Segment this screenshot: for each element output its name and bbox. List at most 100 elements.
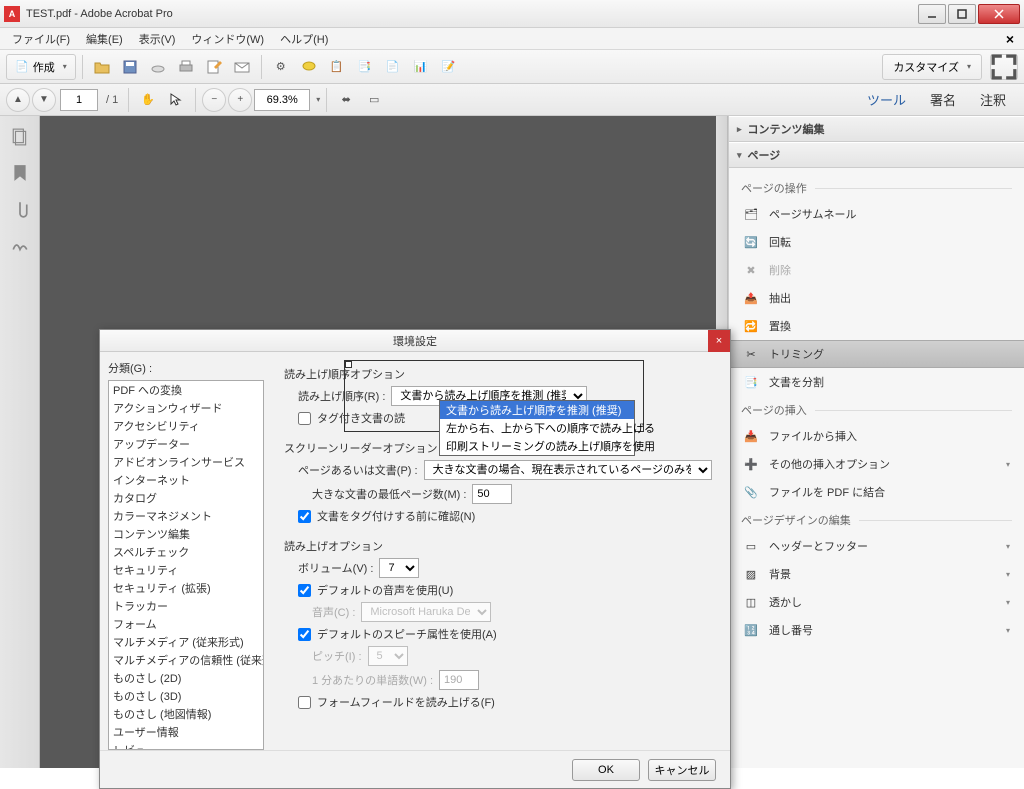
open-button[interactable] <box>89 54 115 80</box>
category-item[interactable]: ものさし (3D) <box>109 687 263 705</box>
comment-button[interactable] <box>296 54 322 80</box>
item-trim[interactable]: ✂トリミング <box>729 340 1024 368</box>
cancel-button[interactable]: キャンセル <box>648 759 716 781</box>
attachment-icon[interactable] <box>11 200 29 218</box>
header-footer-icon: ▭ <box>743 538 759 554</box>
reading-order-dropdown-list[interactable]: 文書から読み上げ順序を推測 (推奨)左から右、上から下への順序で読み上げる印刷ス… <box>439 400 635 456</box>
item-replace[interactable]: 🔁置換 <box>729 312 1024 340</box>
category-item[interactable]: レビュー <box>109 741 263 750</box>
category-list[interactable]: PDF への変換アクションウィザードアクセシビリティアップデーターアドビオンライ… <box>108 380 264 750</box>
category-item[interactable]: マルチメディアの信頼性 (従来形式) <box>109 651 263 669</box>
tools-link[interactable]: ツール <box>861 86 912 113</box>
bookmark-icon[interactable] <box>11 164 29 182</box>
category-item[interactable]: ものさし (2D) <box>109 669 263 687</box>
sign-link[interactable]: 署名 <box>924 86 962 113</box>
min-pages-input[interactable] <box>472 484 512 504</box>
tool-5[interactable]: 📑 <box>352 54 378 80</box>
pitch-select: 5 <box>368 646 408 666</box>
chevron-down-icon[interactable]: ▾ <box>316 95 320 104</box>
category-item[interactable]: ユーザー情報 <box>109 723 263 741</box>
confirm-tag-checkbox[interactable] <box>298 510 311 523</box>
item-insert-other[interactable]: ➕その他の挿入オプション▾ <box>729 450 1024 478</box>
next-page-button[interactable]: ▼ <box>32 88 56 112</box>
fullscreen-button[interactable] <box>990 54 1018 80</box>
item-insert-file[interactable]: 📥ファイルから挿入 <box>729 422 1024 450</box>
category-item[interactable]: アクションウィザード <box>109 399 263 417</box>
zoom-out-button[interactable]: − <box>202 88 226 112</box>
zoom-in-button[interactable]: + <box>228 88 252 112</box>
watermark-icon: ◫ <box>743 594 759 610</box>
customize-button[interactable]: カスタマイズ ▾ <box>882 54 982 80</box>
select-tool[interactable] <box>163 87 189 113</box>
email-button[interactable] <box>229 54 255 80</box>
category-item[interactable]: フォーム <box>109 615 263 633</box>
category-item[interactable]: アップデーター <box>109 435 263 453</box>
menu-window[interactable]: ウィンドウ(W) <box>183 29 272 49</box>
cloud-button[interactable] <box>145 54 171 80</box>
rotate-icon: 🔄 <box>743 234 759 250</box>
category-item[interactable]: カラーマネジメント <box>109 507 263 525</box>
fit-width-button[interactable]: ⬌ <box>333 87 359 113</box>
read-forms-checkbox[interactable] <box>298 696 311 709</box>
item-header-footer[interactable]: ▭ヘッダーとフッター▾ <box>729 532 1024 560</box>
category-item[interactable]: セキュリティ <box>109 561 263 579</box>
window-close-button[interactable] <box>978 4 1020 24</box>
edit-button[interactable] <box>201 54 227 80</box>
fit-page-button[interactable]: ▭ <box>361 87 387 113</box>
default-speech-checkbox[interactable] <box>298 628 311 641</box>
gear-button[interactable]: ⚙ <box>268 54 294 80</box>
signatures-icon[interactable] <box>11 236 29 254</box>
page-number-input[interactable] <box>60 89 98 111</box>
menu-view[interactable]: 表示(V) <box>131 29 184 49</box>
section-page[interactable]: ▾ページ <box>729 142 1024 168</box>
category-item[interactable]: マルチメディア (従来形式) <box>109 633 263 651</box>
category-item[interactable]: セキュリティ (拡張) <box>109 579 263 597</box>
section-content-edit[interactable]: ▸コンテンツ編集 <box>729 116 1024 142</box>
hand-tool[interactable]: ✋ <box>135 87 161 113</box>
item-combine-pdf[interactable]: 📎ファイルを PDF に結合 <box>729 478 1024 506</box>
item-rotate[interactable]: 🔄回転 <box>729 228 1024 256</box>
tagged-override-checkbox[interactable] <box>298 412 311 425</box>
doc-close-button[interactable]: × <box>1000 31 1020 47</box>
category-item[interactable]: トラッカー <box>109 597 263 615</box>
page-or-doc-select[interactable]: 大きな文書の場合、現在表示されているページのみを読み上げる <box>424 460 712 480</box>
menu-file[interactable]: ファイル(F) <box>4 29 78 49</box>
category-item[interactable]: PDF への変換 <box>109 381 263 399</box>
dropdown-option[interactable]: 文書から読み上げ順序を推測 (推奨) <box>440 401 634 419</box>
create-button[interactable]: 📄 作成 ▾ <box>6 54 76 80</box>
tool-8[interactable]: 📝 <box>436 54 462 80</box>
category-item[interactable]: スペルチェック <box>109 543 263 561</box>
maximize-button[interactable] <box>948 4 976 24</box>
category-item[interactable]: カタログ <box>109 489 263 507</box>
item-serial[interactable]: 🔢通し番号▾ <box>729 616 1024 644</box>
item-split[interactable]: 📑文書を分割 <box>729 368 1024 396</box>
dropdown-option[interactable]: 左から右、上から下への順序で読み上げる <box>440 419 634 437</box>
menu-help[interactable]: ヘルプ(H) <box>272 29 336 49</box>
category-item[interactable]: インターネット <box>109 471 263 489</box>
prev-page-button[interactable]: ▲ <box>6 88 30 112</box>
category-item[interactable]: アドビオンラインサービス <box>109 453 263 471</box>
dialog-close-button[interactable]: × <box>708 330 730 352</box>
menu-edit[interactable]: 編集(E) <box>78 29 131 49</box>
default-voice-checkbox[interactable] <box>298 584 311 597</box>
pages-icon[interactable] <box>11 128 29 146</box>
category-item[interactable]: ものさし (地図情報) <box>109 705 263 723</box>
category-item[interactable]: アクセシビリティ <box>109 417 263 435</box>
save-button[interactable] <box>117 54 143 80</box>
comment-link[interactable]: 注釈 <box>974 86 1012 113</box>
item-extract[interactable]: 📤抽出 <box>729 284 1024 312</box>
category-item[interactable]: コンテンツ編集 <box>109 525 263 543</box>
item-thumbnails[interactable]: 🗂ページサムネール <box>729 200 1024 228</box>
minimize-button[interactable] <box>918 4 946 24</box>
zoom-input[interactable] <box>254 89 310 111</box>
export-button[interactable]: 📋 <box>324 54 350 80</box>
tool-6[interactable]: 📄 <box>380 54 406 80</box>
tool-7[interactable]: 📊 <box>408 54 434 80</box>
item-background[interactable]: ▨背景▾ <box>729 560 1024 588</box>
volume-select[interactable]: 7 <box>379 558 419 578</box>
reading-order-label: 読み上げ順序(R) : <box>298 388 385 404</box>
dropdown-option[interactable]: 印刷ストリーミングの読み上げ順序を使用 <box>440 437 634 455</box>
print-button[interactable] <box>173 54 199 80</box>
ok-button[interactable]: OK <box>572 759 640 781</box>
item-watermark[interactable]: ◫透かし▾ <box>729 588 1024 616</box>
